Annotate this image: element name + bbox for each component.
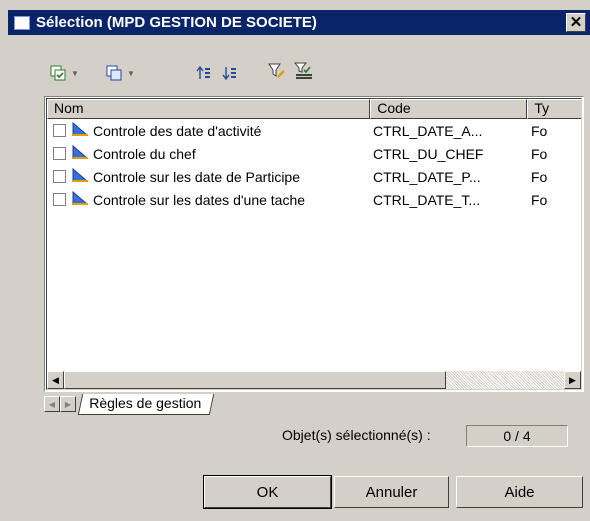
tab-prev-button[interactable]: ◀ [44, 396, 60, 412]
help-button[interactable]: Aide [456, 476, 583, 508]
close-button[interactable]: ✕ [566, 13, 586, 32]
row-type: Fo [531, 145, 548, 162]
selection-dialog: Sélection (MPD GESTION DE SOCIETE) ✕ ▼ ▼ [0, 0, 590, 521]
column-header-type[interactable]: Ty [527, 99, 581, 119]
chevron-down-icon[interactable]: ▼ [71, 69, 79, 78]
tab-business-rules[interactable]: Règles de gestion [77, 393, 215, 415]
scroll-left-button[interactable]: ◀ [47, 371, 64, 389]
filter-icon [268, 62, 286, 80]
scrollbar-track[interactable] [446, 371, 564, 389]
selection-count-value: 0 / 4 [466, 425, 568, 447]
scrollbar-thumb[interactable] [64, 371, 446, 389]
list-item[interactable]: Controle du chef CTRL_DU_CHEF Fo [47, 142, 565, 165]
object-list[interactable]: Nom Code Ty Controle des date d'activité… [44, 96, 584, 392]
list-item[interactable]: Controle sur les date de Participe CTRL_… [47, 165, 565, 188]
row-checkbox[interactable] [53, 193, 66, 206]
filter-selected-button[interactable] [294, 62, 314, 80]
tab-strip: ◀ ▶ Règles de gestion [44, 393, 584, 415]
row-type: Fo [531, 168, 548, 185]
filter-selected-icon [294, 62, 314, 80]
row-checkbox[interactable] [53, 147, 66, 160]
ok-button[interactable]: OK [203, 475, 332, 509]
column-header-name[interactable]: Nom [47, 99, 371, 119]
row-code: CTRL_DU_CHEF [373, 145, 484, 162]
title-bar[interactable]: Sélection (MPD GESTION DE SOCIETE) ✕ [8, 10, 590, 35]
tab-label: Règles de gestion [89, 394, 202, 411]
business-rule-icon [71, 190, 89, 209]
row-code: CTRL_DATE_T... [373, 191, 481, 208]
row-name: Controle sur les date de Participe [93, 168, 300, 185]
move-up-button[interactable] [196, 64, 212, 82]
row-name: Controle du chef [93, 145, 196, 162]
move-up-icon [196, 65, 212, 81]
scroll-right-button[interactable]: ▶ [564, 371, 581, 389]
business-rule-icon [71, 144, 89, 163]
selection-count-label: Objet(s) sélectionné(s) : [282, 427, 431, 443]
row-code: CTRL_DATE_A... [373, 122, 483, 139]
window-icon [14, 15, 30, 30]
list-item[interactable]: Controle des date d'activité CTRL_DATE_A… [47, 119, 565, 142]
row-name: Controle sur les dates d'une tache [93, 191, 306, 208]
row-type: Fo [531, 122, 548, 139]
horizontal-scrollbar[interactable]: ◀ ▶ [47, 371, 581, 389]
row-checkbox[interactable] [53, 124, 66, 137]
move-down-button[interactable] [222, 64, 238, 82]
copy-select-icon [106, 65, 122, 81]
chevron-down-icon[interactable]: ▼ [127, 69, 135, 78]
list-item[interactable]: Controle sur les dates d'une tache CTRL_… [47, 188, 565, 211]
copy-select-button[interactable]: ▼ [106, 64, 135, 82]
filter-button[interactable] [268, 62, 286, 80]
row-name: Controle des date d'activité [93, 122, 262, 139]
business-rule-icon [71, 121, 89, 140]
cancel-button[interactable]: Annuler [334, 476, 449, 508]
row-type: Fo [531, 191, 548, 208]
select-all-button[interactable]: ▼ [50, 64, 79, 82]
column-header-code[interactable]: Code [370, 99, 528, 119]
list-header: Nom Code Ty [47, 99, 581, 119]
window-title: Sélection (MPD GESTION DE SOCIETE) [36, 14, 317, 31]
list-rows: Controle des date d'activité CTRL_DATE_A… [47, 119, 565, 211]
row-checkbox[interactable] [53, 170, 66, 183]
tab-next-button[interactable]: ▶ [60, 396, 76, 412]
row-code: CTRL_DATE_P... [373, 168, 481, 185]
business-rule-icon [71, 167, 89, 186]
move-down-icon [222, 65, 238, 81]
select-all-icon [50, 65, 66, 81]
